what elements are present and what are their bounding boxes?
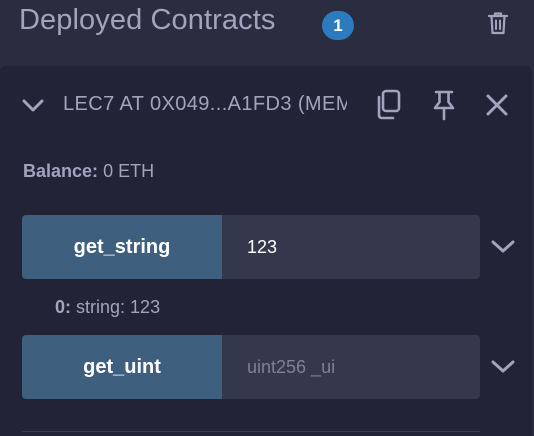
section-divider [22, 431, 480, 432]
chevron-down-icon [491, 240, 515, 253]
remove-contract-button[interactable] [480, 88, 514, 122]
copy-address-button[interactable] [371, 88, 405, 122]
chevron-down-icon [491, 360, 515, 373]
get-string-input[interactable] [222, 215, 480, 279]
contract-title-row: LEC7 AT 0X049...A1FD3 (MEMORY) [0, 66, 532, 146]
contract-count-badge: 1 [322, 11, 354, 40]
section-header: Deployed Contracts 1 [0, 0, 534, 48]
function-row-get-uint: get_uint [22, 335, 515, 399]
trash-icon [487, 12, 509, 35]
get-uint-button[interactable]: get_uint [22, 335, 222, 399]
balance-label: Balance: [23, 161, 99, 181]
collapse-contract-button[interactable] [19, 92, 47, 120]
contract-balance: Balance: 0 ETH [23, 161, 154, 182]
contract-address-label: LEC7 AT 0X049...A1FD3 (MEMORY) [63, 93, 347, 115]
chevron-down-icon [22, 99, 44, 112]
result-value: string: 123 [76, 297, 161, 317]
expand-get-string-button[interactable] [488, 233, 518, 261]
deployed-contracts-panel: Deployed Contracts 1 LEC7 AT 0X049...A1F… [0, 0, 534, 436]
copy-icon [377, 89, 401, 120]
get-uint-input[interactable] [222, 335, 480, 399]
balance-value: 0 ETH [103, 161, 155, 181]
result-index: 0: [55, 297, 72, 317]
pin-icon [433, 90, 455, 121]
function-row-get-string: get_string [22, 215, 515, 279]
clear-contracts-button[interactable] [484, 9, 512, 37]
close-icon [486, 94, 508, 116]
pin-contract-button[interactable] [427, 88, 461, 122]
get-string-button[interactable]: get_string [22, 215, 222, 279]
call-result: 0: string: 123 [55, 297, 160, 318]
section-title: Deployed Contracts [19, 4, 276, 36]
expand-get-uint-button[interactable] [488, 353, 518, 381]
